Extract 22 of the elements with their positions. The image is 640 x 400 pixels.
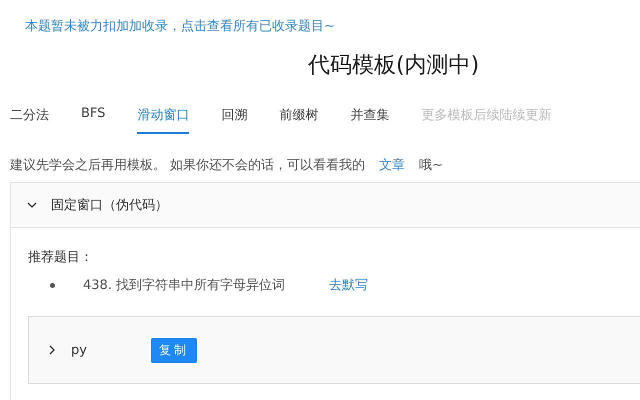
- recommend-label: 推荐题目：: [28, 250, 93, 265]
- tab[interactable]: 前缀树: [279, 103, 318, 134]
- problem-title: 438. 找到字符串中所有字母异位词: [83, 277, 286, 294]
- hint-text: 建议先学会之后再用模板。 如果你还不会的话，可以看看我的: [10, 157, 366, 174]
- language-label: py: [71, 342, 88, 358]
- tab[interactable]: 回溯: [221, 103, 248, 134]
- panel-header[interactable]: 固定窗口（伪代码）: [11, 183, 640, 228]
- tab[interactable]: 并查集: [350, 103, 390, 134]
- panel-title: 固定窗口（伪代码）: [51, 197, 168, 214]
- chevron-icon[interactable]: [47, 345, 57, 355]
- tab[interactable]: 二分法: [10, 103, 49, 134]
- hint-suffix: 哦~: [419, 157, 444, 174]
- page-title: 代码模板(内测中): [308, 52, 480, 80]
- tab[interactable]: 滑动窗口: [137, 103, 190, 134]
- notice-link[interactable]: 本题暂未被力扣加加收录，点击查看所有已收录题目~: [25, 17, 335, 35]
- bullet-icon: [50, 282, 55, 288]
- practice-link[interactable]: 去默写: [329, 276, 368, 294]
- chevron-icon[interactable]: [27, 200, 37, 210]
- copy-button[interactable]: 复制: [151, 338, 197, 362]
- article-link[interactable]: 文章: [379, 156, 406, 174]
- code-block-header[interactable]: py 复制: [28, 316, 640, 384]
- tab[interactable]: BFS: [81, 103, 106, 134]
